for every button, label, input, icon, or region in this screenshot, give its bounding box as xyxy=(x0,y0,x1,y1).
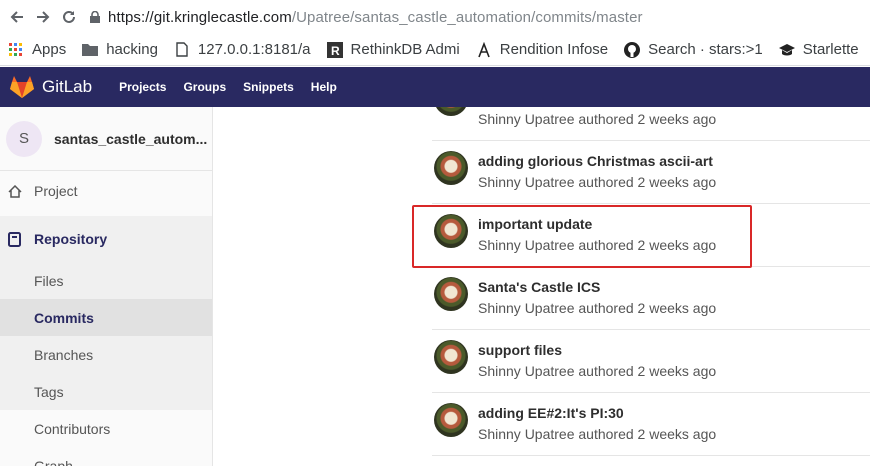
sidebar-item-branches[interactable]: Branches xyxy=(0,336,212,373)
project-avatar: S xyxy=(6,120,42,157)
gitlab-logo[interactable]: GitLab xyxy=(10,76,92,98)
rendition-icon xyxy=(476,41,492,58)
nav-snippets[interactable]: Snippets xyxy=(243,80,294,94)
bookmark-label: Apps xyxy=(32,41,67,58)
commit-row[interactable]: support files Shinny Upatree authored 2 … xyxy=(432,330,870,393)
lock-icon[interactable] xyxy=(88,10,102,24)
bookmark-apps[interactable]: Apps xyxy=(8,41,66,58)
commit-meta: Shinny Upatree authored 2 weeks ago xyxy=(478,363,717,379)
commit-row[interactable]: adding EE#2:It's PI:30 Shinny Upatree au… xyxy=(432,393,870,456)
gitlab-brand: GitLab xyxy=(42,77,93,96)
nav-groups[interactable]: Groups xyxy=(183,80,226,94)
commit-row[interactable]: Shinny Upatree authored 2 weeks ago xyxy=(432,107,870,141)
sidebar-item-commits[interactable]: Commits xyxy=(0,299,212,336)
bookmark-label: hacking xyxy=(106,41,158,58)
sidebar-item-contributors[interactable]: Contributors xyxy=(0,410,212,447)
bookmark-github-search[interactable]: Search · stars:>1 xyxy=(624,41,763,58)
commit-meta: Shinny Upatree authored 2 weeks ago xyxy=(478,426,717,442)
bookmark-label: RethinkDB Admi xyxy=(350,41,460,58)
author-avatar[interactable] xyxy=(434,340,468,374)
rethinkdb-icon: R xyxy=(326,41,343,58)
url-path: /Upatree/santas_castle_automation/commit… xyxy=(291,8,643,26)
apps-grid-icon xyxy=(8,42,24,58)
project-sidebar: S santas_castle_autom... Project Reposit… xyxy=(0,107,213,466)
github-icon xyxy=(624,41,641,58)
commit-title[interactable]: Santa's Castle ICS xyxy=(478,279,600,295)
bookmark-label: Search · stars:>1 xyxy=(648,41,763,58)
author-avatar[interactable] xyxy=(434,151,468,185)
author-avatar[interactable] xyxy=(434,277,468,311)
sidebar-item-files[interactable]: Files xyxy=(0,262,212,299)
reload-icon[interactable] xyxy=(56,4,82,30)
commit-title[interactable]: adding glorious Christmas ascii-art xyxy=(478,153,713,169)
commit-row[interactable]: adding glorious Christmas ascii-art Shin… xyxy=(432,141,870,204)
commit-meta: Shinny Upatree authored 2 weeks ago xyxy=(478,111,717,127)
project-name: santas_castle_autom... xyxy=(54,130,208,147)
sidebar-item-label: Project xyxy=(34,183,78,199)
sidebar-item-graph[interactable]: Graph xyxy=(0,447,212,466)
book-icon xyxy=(8,231,24,247)
sidebar-item-project[interactable]: Project xyxy=(0,171,212,211)
sidebar-item-repository[interactable]: Repository xyxy=(0,216,212,262)
nav-help[interactable]: Help xyxy=(311,80,337,94)
project-header[interactable]: S santas_castle_autom... xyxy=(0,107,212,171)
commit-row[interactable]: Santa's Castle ICS Shinny Upatree author… xyxy=(432,267,870,330)
folder-icon xyxy=(82,42,99,58)
page-icon xyxy=(174,42,190,58)
gitlab-tanuki-icon xyxy=(10,76,34,98)
author-avatar[interactable] xyxy=(434,403,468,437)
url-host: https://git.kringlecastle.com xyxy=(108,8,292,26)
bookmark-rethinkdb[interactable]: R RethinkDB Admi xyxy=(326,41,460,58)
bookmark-hacking[interactable]: hacking xyxy=(82,41,158,58)
repository-section: Repository Files Commits Branches Tags xyxy=(0,216,212,410)
highlight-box xyxy=(412,205,752,268)
commit-meta: Shinny Upatree authored 2 weeks ago xyxy=(478,174,717,190)
sidebar-item-label: Repository xyxy=(34,231,108,247)
bookmark-label: Rendition Infose xyxy=(499,41,609,58)
top-nav: Projects Groups Snippets Help xyxy=(119,80,354,94)
svg-text:R: R xyxy=(331,44,340,58)
commit-title[interactable]: adding EE#2:It's PI:30 xyxy=(478,405,624,421)
sidebar-item-tags[interactable]: Tags xyxy=(0,373,212,410)
bookmark-label: Starlette xyxy=(802,41,859,58)
nav-projects[interactable]: Projects xyxy=(119,80,166,94)
bookmark-localhost[interactable]: 127.0.0.1:8181/a xyxy=(174,41,311,58)
forward-arrow-icon[interactable] xyxy=(30,4,56,30)
address-bar[interactable]: https://git.kringlecastle.com/Upatree/sa… xyxy=(108,9,643,26)
commit-title[interactable]: support files xyxy=(478,342,562,358)
bookmarks-bar: Apps hacking 127.0.0.1:8181/a R RethinkD… xyxy=(0,34,870,66)
graduation-cap-icon xyxy=(778,42,795,58)
back-arrow-icon[interactable] xyxy=(4,4,30,30)
gitlab-header: GitLab Projects Groups Snippets Help xyxy=(0,67,870,107)
author-avatar[interactable] xyxy=(434,107,468,116)
bookmark-rendition[interactable]: Rendition Infose xyxy=(476,41,608,58)
bookmark-label: 127.0.0.1:8181/a xyxy=(197,41,311,58)
home-icon xyxy=(8,184,24,198)
commits-list: Shinny Upatree authored 2 weeks ago addi… xyxy=(214,107,870,466)
bookmark-starlette[interactable]: Starlette xyxy=(778,41,859,58)
commit-meta: Shinny Upatree authored 2 weeks ago xyxy=(478,300,717,316)
browser-toolbar: https://git.kringlecastle.com/Upatree/sa… xyxy=(0,0,870,34)
